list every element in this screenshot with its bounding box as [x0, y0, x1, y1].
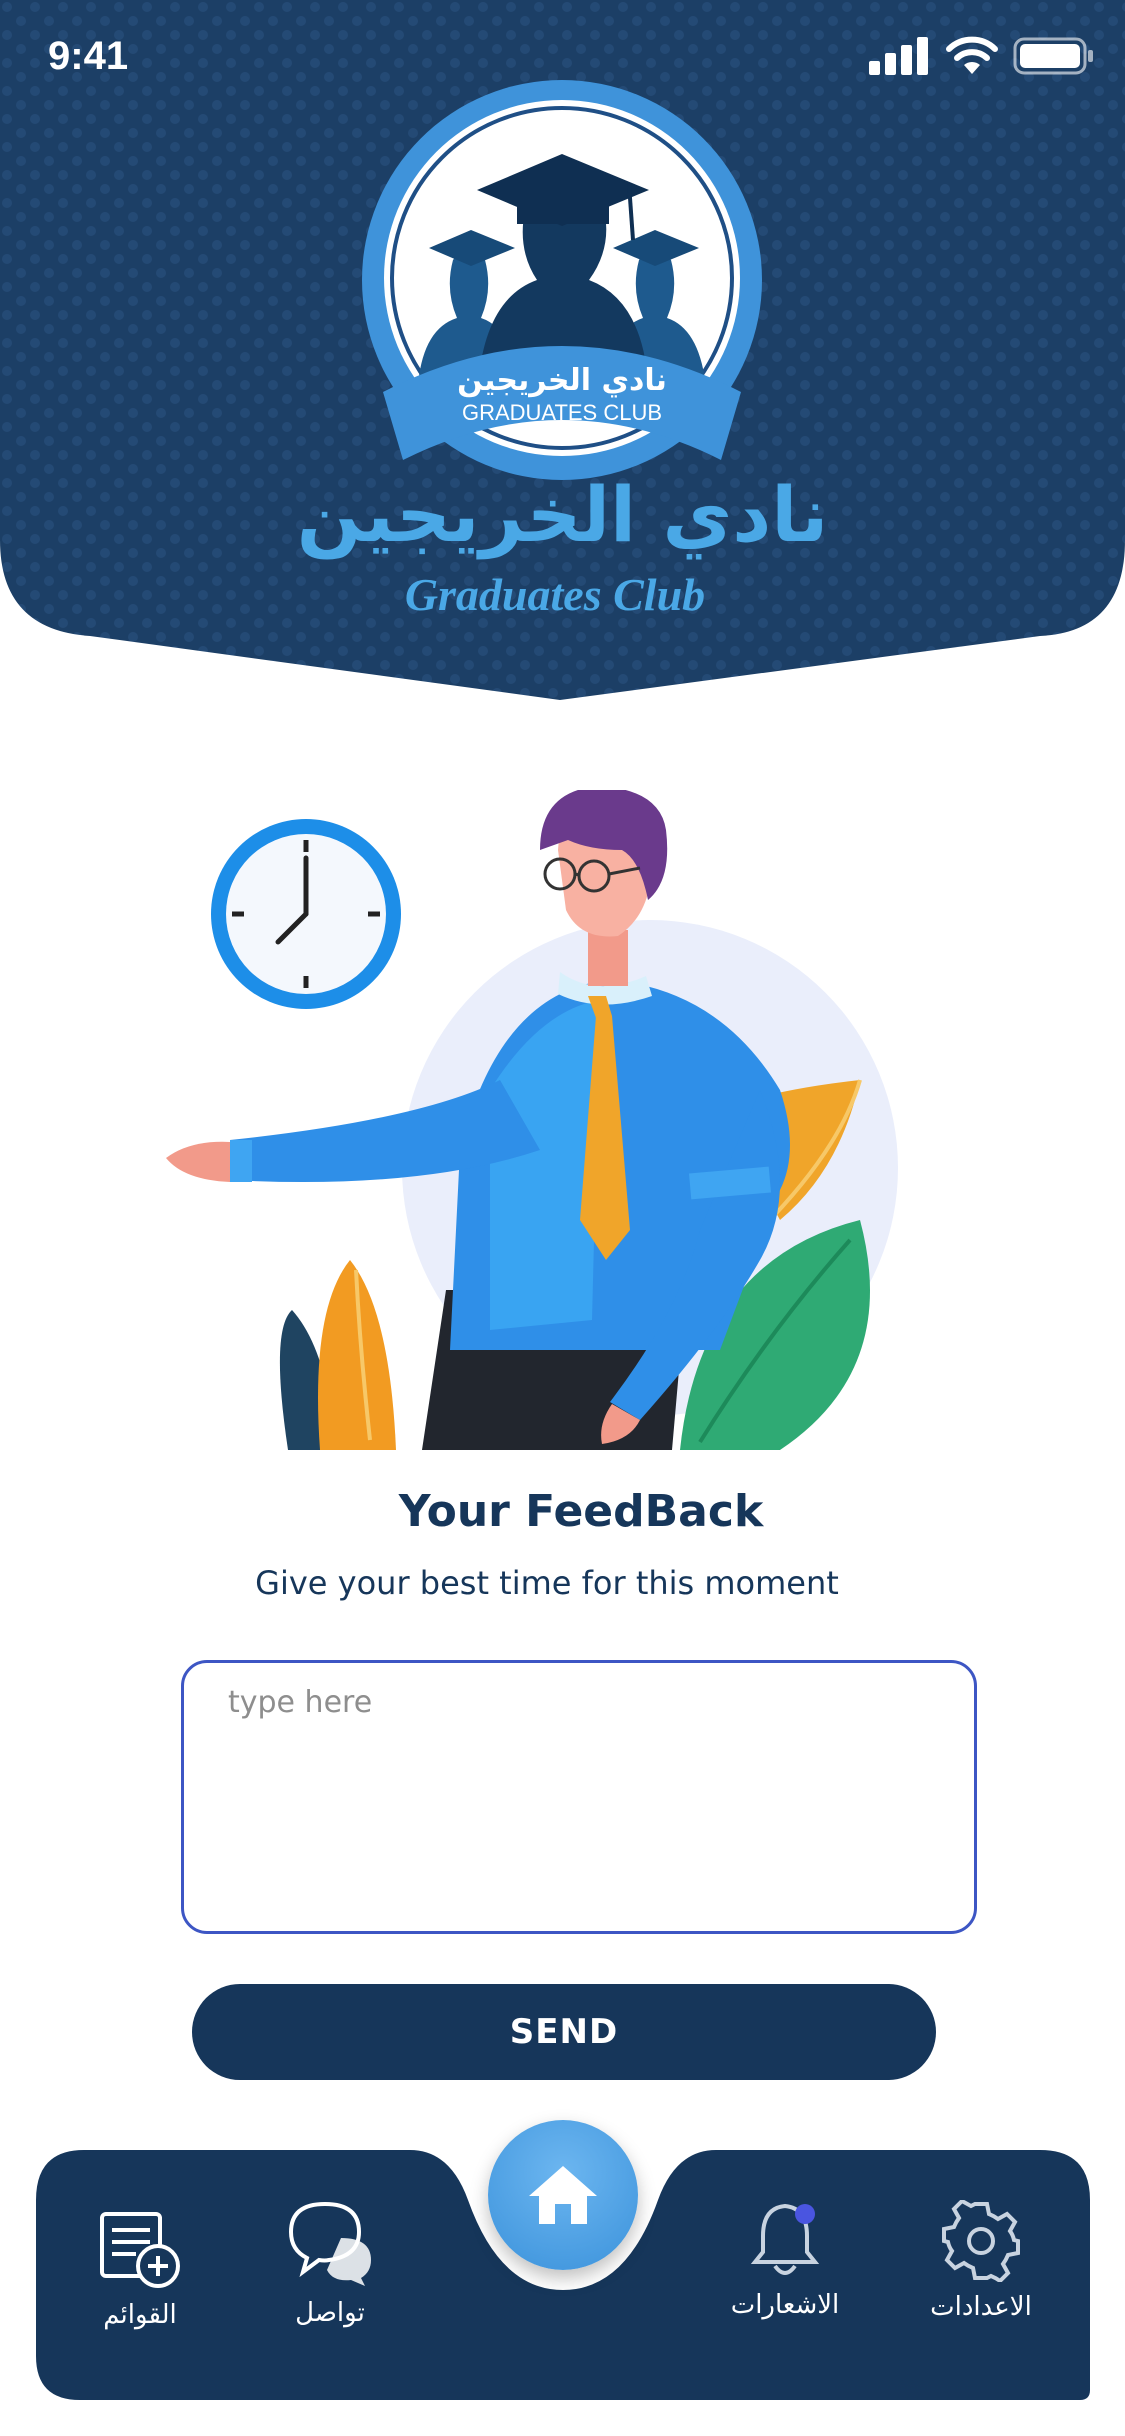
bottom-navigation: القوائم تواصل الاشعارات الاعدادات	[0, 2090, 1125, 2436]
home-icon	[529, 2166, 597, 2224]
nav-label-notifications: الاشعارات	[730, 2290, 840, 2320]
notification-dot	[795, 2204, 815, 2224]
logo-text-en: GRADUATES CLUB	[462, 400, 662, 425]
status-time: 9:41	[48, 34, 129, 78]
cellular-signal-icon	[869, 37, 928, 75]
nav-label-settings: الاعدادات	[930, 2292, 1032, 2322]
feedback-subtitle: Give your best time for this moment	[255, 1564, 839, 1602]
nav-item-settings[interactable]: الاعدادات	[916, 2200, 1046, 2322]
send-button[interactable]: SEND	[192, 1984, 936, 2080]
header: 9:41 نادي الخريجين GRADUATES CLUB نادي ا…	[0, 0, 1125, 700]
graduates-club-logo: نادي الخريجين GRADUATES CLUB	[362, 80, 762, 480]
feedback-input[interactable]	[181, 1660, 977, 1934]
battery-icon	[1013, 37, 1093, 75]
gear-icon	[942, 2200, 1020, 2282]
feedback-illustration	[166, 790, 898, 1450]
nav-item-lists[interactable]: القوائم	[80, 2210, 200, 2330]
bell-icon	[750, 2203, 820, 2275]
wifi-icon	[946, 36, 998, 74]
club-title-ar: نادي الخريجين	[296, 470, 829, 559]
status-icons	[869, 36, 1095, 76]
nav-label-contact: تواصل	[295, 2298, 365, 2328]
home-button[interactable]	[488, 2120, 638, 2270]
list-add-icon	[100, 2212, 180, 2288]
nav-item-notifications[interactable]: الاشعارات	[720, 2200, 850, 2320]
feedback-title: Your FeedBack	[398, 1486, 764, 1537]
chat-bubbles-icon	[288, 2201, 371, 2286]
nav-item-contact[interactable]: تواصل	[270, 2198, 390, 2328]
logo-text-ar: نادي الخريجين	[457, 363, 667, 398]
clock-icon	[211, 819, 401, 1009]
nav-label-lists: القوائم	[103, 2300, 177, 2330]
club-title-en: Graduates Club	[404, 569, 706, 620]
